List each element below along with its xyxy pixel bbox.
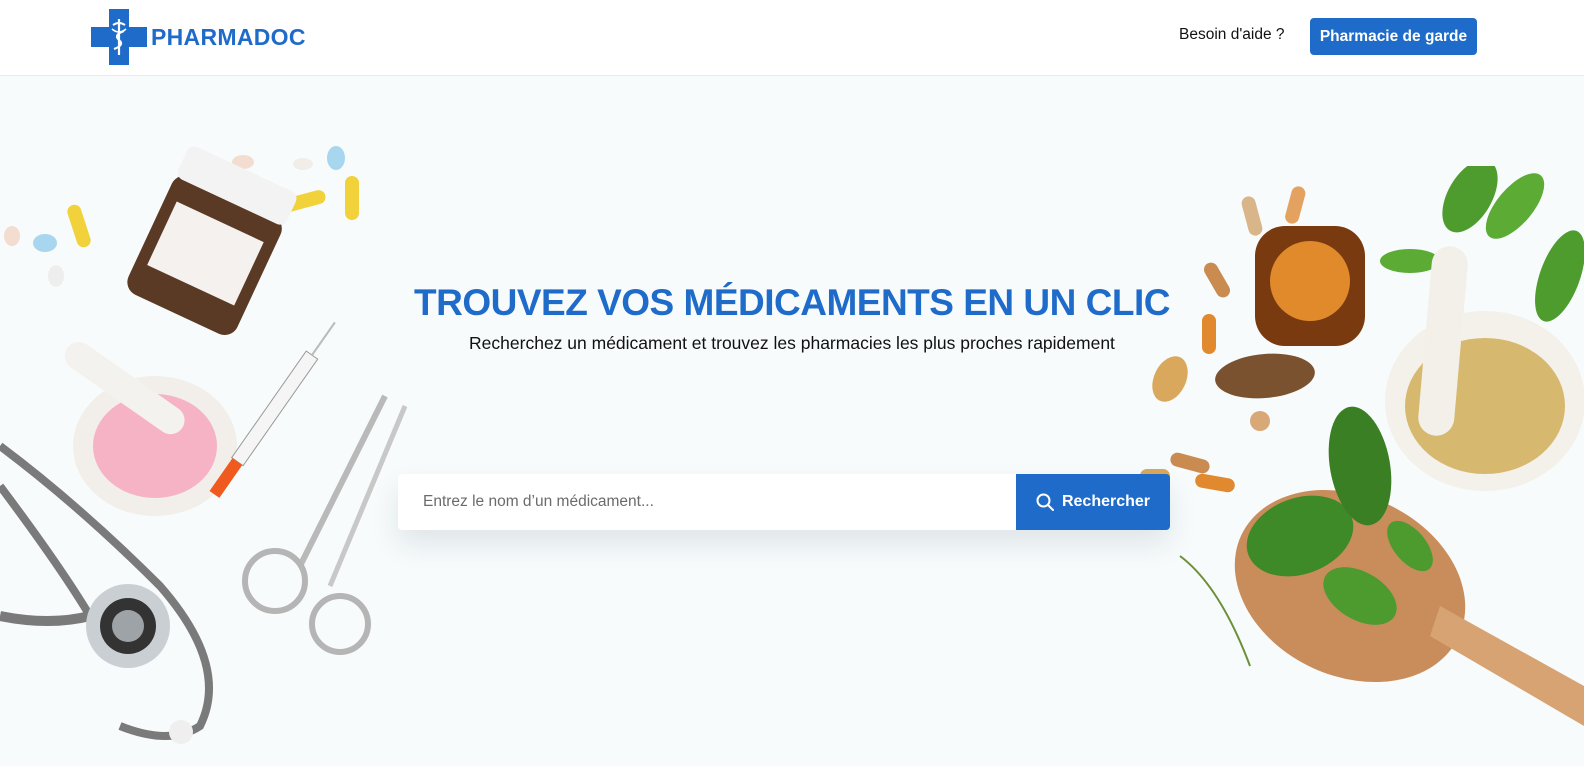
medical-supplies-image	[0, 146, 408, 744]
pharmacie-de-garde-button[interactable]: Pharmacie de garde	[1310, 18, 1477, 55]
search-button-label: Rechercher	[1061, 493, 1151, 510]
search-icon	[1036, 493, 1054, 511]
top-header: PHARMADOC Besoin d'aide ? Pharmacie de g…	[0, 0, 1584, 76]
herbal-remedies-image	[1140, 166, 1584, 726]
medication-search-input[interactable]	[398, 474, 1016, 530]
search-bar: Rechercher	[398, 474, 1170, 530]
brand-logo[interactable]: PHARMADOC	[91, 9, 306, 65]
hero-subtitle: Recherchez un médicament et trouvez les …	[469, 333, 1115, 353]
hero-title: TROUVEZ VOS MÉDICAMENTS EN UN CLIC	[414, 282, 1170, 323]
hero-section: TROUVEZ VOS MÉDICAMENTS EN UN CLIC Reche…	[0, 76, 1584, 744]
pharmacy-cross-icon	[91, 9, 147, 65]
help-link[interactable]: Besoin d'aide ?	[1179, 26, 1285, 44]
search-button[interactable]: Rechercher	[1016, 474, 1170, 530]
brand-name: PHARMADOC	[151, 23, 306, 50]
